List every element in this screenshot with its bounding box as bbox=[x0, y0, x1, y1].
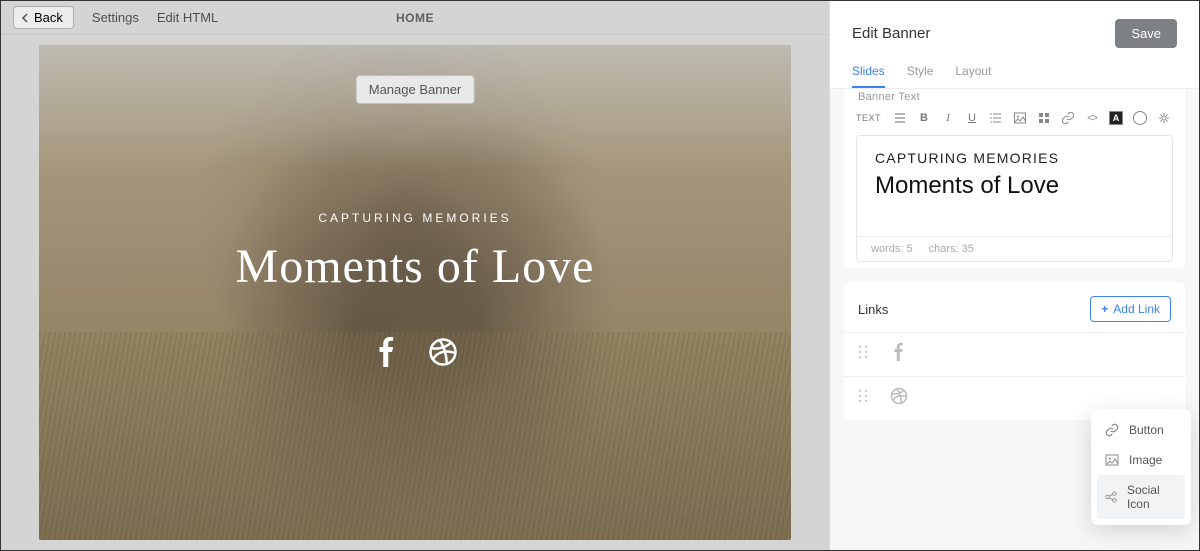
link-icon[interactable] bbox=[1061, 111, 1075, 125]
dribbble-icon bbox=[890, 387, 908, 410]
popover-option-image[interactable]: Image bbox=[1097, 445, 1185, 475]
facebook-icon[interactable] bbox=[372, 334, 402, 375]
add-link-label: Add Link bbox=[1113, 302, 1160, 316]
tab-slides[interactable]: Slides bbox=[852, 58, 885, 88]
link-row-facebook[interactable] bbox=[844, 332, 1185, 376]
toolbar-label: TEXT bbox=[856, 113, 881, 123]
dribbble-icon[interactable] bbox=[428, 334, 458, 375]
popover-social-label: Social Icon bbox=[1127, 483, 1177, 511]
text-editor[interactable]: CAPTURING MEMORIES Moments of Love words… bbox=[856, 135, 1173, 262]
color-swatch-icon[interactable] bbox=[1133, 111, 1147, 125]
code-icon[interactable]: <> bbox=[1085, 111, 1099, 125]
grid-icon[interactable] bbox=[1037, 111, 1051, 125]
links-title: Links bbox=[858, 302, 888, 317]
image-icon[interactable] bbox=[1013, 111, 1027, 125]
back-button[interactable]: Back bbox=[13, 6, 74, 29]
banner-text-label: Banner Text bbox=[844, 89, 1185, 103]
back-label: Back bbox=[34, 10, 63, 25]
edit-html-link[interactable]: Edit HTML bbox=[157, 10, 218, 25]
tab-style[interactable]: Style bbox=[907, 58, 934, 88]
char-count: chars: 35 bbox=[929, 243, 974, 255]
popover-button-label: Button bbox=[1129, 423, 1164, 437]
italic-icon[interactable]: I bbox=[941, 111, 955, 125]
image-icon bbox=[1105, 453, 1119, 467]
links-panel: Links + Add Link bbox=[844, 282, 1185, 420]
editor-headline: Moments of Love bbox=[875, 172, 1154, 200]
edit-sidebar: Edit Banner Save Slides Style Layout Ban… bbox=[829, 1, 1199, 550]
banner-headline: Moments of Love bbox=[236, 239, 595, 294]
settings-gear-icon[interactable] bbox=[1157, 111, 1171, 125]
facebook-icon bbox=[890, 343, 908, 366]
list-icon[interactable] bbox=[989, 111, 1003, 125]
banner-preview[interactable]: Manage Banner CAPTURING MEMORIES Moments… bbox=[39, 45, 791, 540]
drag-handle-icon[interactable] bbox=[858, 345, 868, 364]
tab-layout[interactable]: Layout bbox=[955, 58, 991, 88]
settings-link[interactable]: Settings bbox=[92, 10, 139, 25]
align-icon[interactable] bbox=[893, 111, 907, 125]
popover-option-social[interactable]: Social Icon bbox=[1097, 475, 1185, 519]
popover-option-button[interactable]: Button bbox=[1097, 415, 1185, 445]
banner-text-panel: Banner Text TEXT B I U <> A bbox=[844, 89, 1185, 268]
banner-caption: CAPTURING MEMORIES bbox=[318, 211, 511, 225]
share-icon bbox=[1105, 490, 1117, 504]
bold-icon[interactable]: B bbox=[917, 111, 931, 125]
editor-eyebrow: CAPTURING MEMORIES bbox=[875, 150, 1154, 166]
font-color-icon[interactable]: A bbox=[1109, 111, 1123, 125]
manage-banner-button[interactable]: Manage Banner bbox=[356, 75, 475, 104]
text-toolbar: TEXT B I U <> A bbox=[844, 103, 1185, 131]
chevron-left-icon bbox=[20, 13, 30, 23]
drag-handle-icon[interactable] bbox=[858, 389, 868, 408]
save-button[interactable]: Save bbox=[1115, 19, 1177, 48]
add-link-button[interactable]: + Add Link bbox=[1090, 296, 1171, 322]
popover-image-label: Image bbox=[1129, 453, 1162, 467]
plus-icon: + bbox=[1101, 302, 1108, 316]
word-count: words: 5 bbox=[871, 243, 913, 255]
link-icon bbox=[1105, 423, 1119, 437]
add-link-popover: Button Image Social Icon bbox=[1091, 409, 1191, 525]
sidebar-title: Edit Banner bbox=[852, 25, 930, 42]
underline-icon[interactable]: U bbox=[965, 111, 979, 125]
